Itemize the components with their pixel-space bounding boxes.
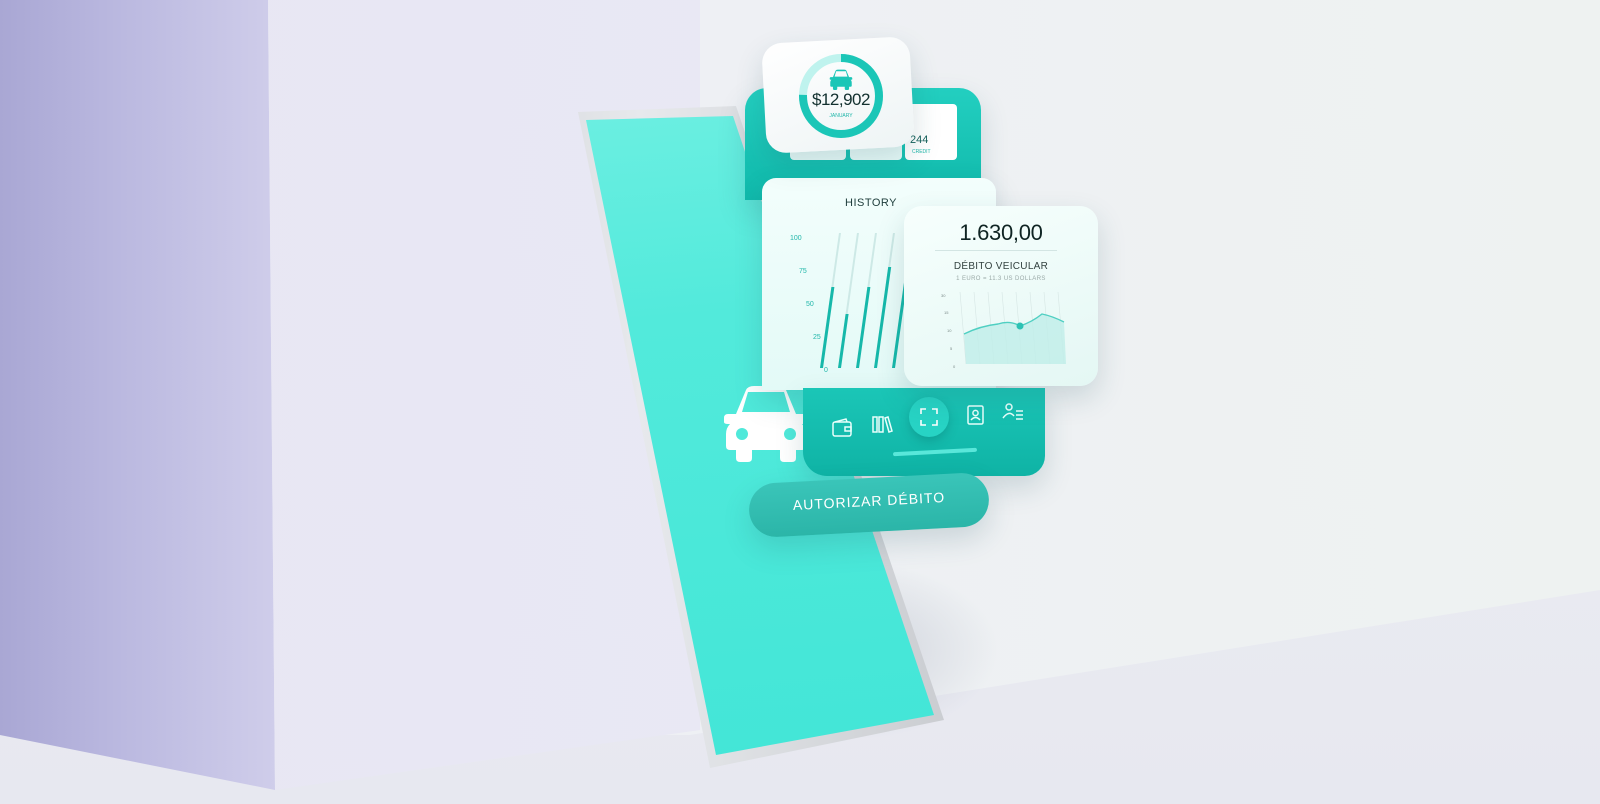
- scan-icon: [920, 408, 938, 426]
- wallet-icon[interactable]: [830, 416, 854, 440]
- balance-period: JANUARY: [829, 113, 853, 119]
- debit-area-chart: [959, 291, 1066, 365]
- balance-amount: $12,902: [812, 90, 870, 109]
- debit-exchange-rate: 1 EURO = 11.3 US DOLLARS: [956, 276, 1046, 282]
- product-mockup-scene: 244 CREDIT HISTORY 100 75 50 25 0 $12,90…: [0, 0, 1600, 804]
- history-y-tick: 75: [799, 268, 807, 275]
- history-y-tick: 0: [824, 367, 828, 374]
- profile-list-icon[interactable]: [1001, 400, 1025, 424]
- credit-label: CREDIT: [912, 149, 931, 155]
- debit-title: DÉBITO VEICULAR: [953, 261, 1049, 272]
- car-icon: [829, 69, 853, 90]
- debit-amount: 1.630,00: [959, 220, 1043, 245]
- car-icon: [724, 386, 808, 462]
- history-y-tick: 50: [806, 301, 814, 308]
- contact-book-icon[interactable]: [963, 403, 987, 427]
- history-y-tick: 100: [790, 235, 802, 242]
- history-y-tick: 25: [813, 334, 821, 341]
- books-icon[interactable]: [870, 412, 894, 436]
- divider: [935, 250, 1057, 251]
- credit-amount: 244: [910, 134, 929, 146]
